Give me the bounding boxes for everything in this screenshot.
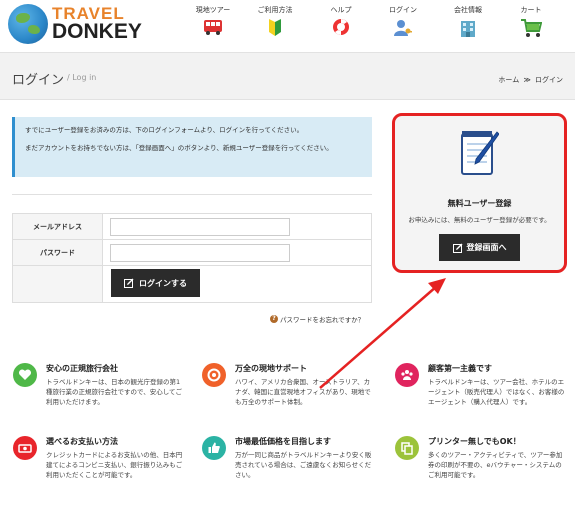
lifebuoy-icon [333,19,349,35]
logo-text-donkey: DONKEY [52,20,142,43]
feature-title: 市場最低価格を目指します [235,437,331,446]
nav-item-label: 現地ツアー [195,6,231,14]
submit-row-label [13,266,103,302]
nav-item-label: ヘルプ [330,6,352,14]
feature-item: 顧客第一主義です トラベルドンキーは、ツアー会社、ホテルのエージェント（販売代理… [395,363,565,423]
breadcrumb-current: ログイン [535,76,563,84]
question-icon: ? [270,315,278,323]
nav-item-label: ご利用方法 [257,6,293,14]
nav-item-company[interactable]: 会社情報 [445,5,491,45]
copy-icon [395,436,419,460]
breadcrumb: ホーム ≫ ログイン [498,75,563,85]
money-icon [13,436,37,460]
edit-icon [124,278,134,288]
register-description: お申込みには、無料のユーザー登録が必要です。 [408,216,551,224]
forgot-password-label: パスワードをお忘れですか？ [280,316,365,324]
page-title: ログイン [12,73,65,88]
building-icon [461,21,475,37]
edit-icon [452,243,462,253]
user-key-icon [394,20,412,36]
bus-icon [204,20,222,35]
nav-item-guide[interactable]: ご利用方法 [252,5,298,45]
site-logo[interactable]: TRAVEL DONKEY [8,4,148,44]
password-field[interactable] [110,244,290,262]
email-row: メールアドレス [13,214,371,240]
people-icon [395,363,419,387]
nav-item-label: ログイン [389,6,417,14]
nav-item-tours[interactable]: 現地ツアー [190,5,236,45]
feature-title: 安心の正規旅行会社 [46,364,118,373]
page-title-bar: ログイン / Log in ホーム ≫ ログイン [0,52,575,100]
feature-title: 顧客第一主義です [428,364,492,373]
register-button[interactable]: 登録画面へ [439,234,520,261]
lifebuoy-icon [202,363,226,387]
feature-title: 選べるお支払い方法 [46,437,118,446]
info-text-new-users: まだアカウントをお持ちでない方は、「登録画面へ」のボタンより、新規ユーザー登録を… [25,144,333,152]
email-label: メールアドレス [13,214,103,239]
feature-description: クレジットカードによるお支払いの他、日本円建てによるコンビニ支払い、銀行振り込み… [46,451,183,479]
site-header: TRAVEL DONKEY 現地ツアー ご利用方法 ヘルプ ログイン 会社情報 … [0,0,575,52]
feature-item: 市場最低価格を目指します 万が一同じ商品がトラベルドンキーより安く販売されている… [202,436,372,496]
register-panel: 無料ユーザー登録 お申込みには、無料のユーザー登録が必要です。 登録画面へ [392,113,567,273]
divider [12,194,372,195]
email-field[interactable] [110,218,290,236]
feature-title: プリンター無しでもOK！ [428,437,521,446]
login-button[interactable]: ログインする [111,269,200,297]
password-label: パスワード [13,240,103,265]
globe-icon [8,4,48,44]
forgot-password-link[interactable]: ? パスワードをお忘れですか？ [270,314,364,324]
nav-item-help[interactable]: ヘルプ [318,5,364,45]
nav-item-label: 会社情報 [454,6,482,14]
feature-description: 万が一同じ商品がトラベルドンキーより安く販売されている場合は、ご遠慮なくお知らせ… [235,451,372,479]
login-info-notice: すでにユーザー登録をお済みの方は、下のログインフォームより、ログインを行ってくだ… [12,117,372,177]
breadcrumb-separator: ≫ [523,76,531,84]
heart-icon [13,363,37,387]
notepad-pen-icon [461,131,499,175]
feature-description: ハワイ、アメリカ合衆国、オーストラリア、カナダ、韓国に直営現地オフィスがあり、現… [235,378,371,406]
page-subtitle: / Log in [67,73,97,82]
feature-item: 安心の正規旅行会社 トラベルドンキーは、日本の観光庁登録の第1種旅行業の正規旅行… [13,363,183,423]
breadcrumb-home[interactable]: ホーム [498,76,519,84]
info-text-existing-users: すでにユーザー登録をお済みの方は、下のログインフォームより、ログインを行ってくだ… [25,126,304,134]
thumbs-up-icon [202,436,226,460]
nav-item-cart[interactable]: カート [508,5,554,45]
nav-item-label: カート [520,6,542,14]
beginner-mark-icon [269,19,281,36]
feature-description: トラベルドンキーは、ツアー会社、ホテルのエージェント（販売代理人）ではなく、お客… [428,378,565,406]
register-title: 無料ユーザー登録 [447,199,512,208]
feature-item: 選べるお支払い方法 クレジットカードによるお支払いの他、日本円建てによるコンビニ… [13,436,183,496]
feature-description: トラベルドンキーは、日本の観光庁登録の第1種旅行業の正規旅行会社ですので、安心し… [46,378,183,406]
login-button-label: ログインする [139,278,187,288]
password-row: パスワード [13,240,371,266]
cart-icon [521,19,542,37]
register-button-label: 登録画面へ [466,243,507,252]
nav-item-login[interactable]: ログイン [380,5,426,45]
feature-title: 万全の現地サポート [235,364,307,373]
feature-item: 万全の現地サポート ハワイ、アメリカ合衆国、オーストラリア、カナダ、韓国に直営現… [202,363,372,423]
feature-item: プリンター無しでもOK！ 多くのツアー・アクティビティで、ツアー参加券の印刷が不… [395,436,565,496]
feature-description: 多くのツアー・アクティビティで、ツアー参加券の印刷が不要の、eバウチャー・システ… [428,451,563,479]
